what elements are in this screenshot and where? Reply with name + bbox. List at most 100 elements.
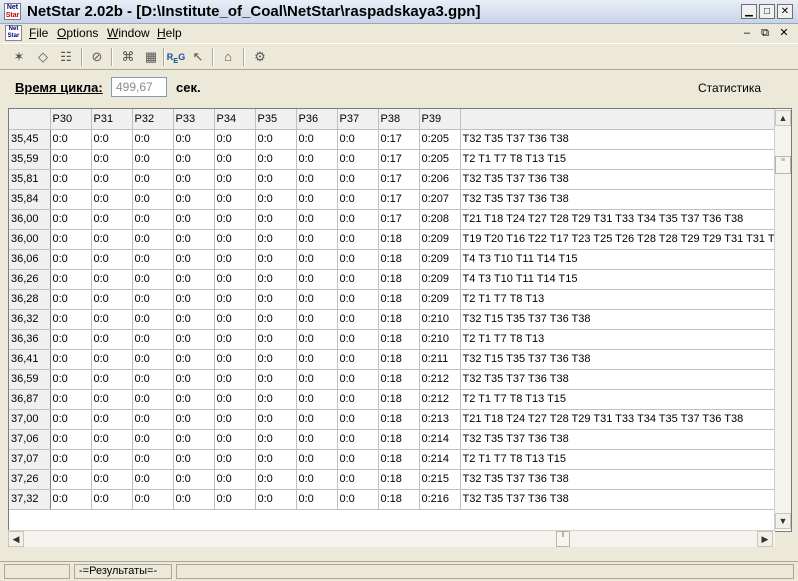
table-cell[interactable]: 0:212 — [419, 389, 461, 410]
table-cell[interactable]: 0:0 — [337, 469, 379, 490]
table-cell[interactable]: 0:0 — [214, 349, 256, 370]
table-cell[interactable]: 0:0 — [214, 169, 256, 190]
table-row[interactable]: 36,26 0:0 0:0 0:0 0:0 0:0 0:0 0:0 0:0 0:18 0:209 T4… — [9, 269, 775, 290]
table-cell[interactable]: 0:0 — [255, 229, 297, 250]
path-cell[interactable]: T32 T15 T35 T37 T36 T38 — [460, 309, 775, 330]
row-header-time[interactable]: 37,07 — [9, 449, 51, 470]
table-cell[interactable]: 0:0 — [214, 429, 256, 450]
table-cell[interactable]: 0:0 — [173, 249, 215, 270]
table-cell[interactable]: 0:0 — [296, 449, 338, 470]
table-cell[interactable]: 0:0 — [91, 309, 133, 330]
row-header-time[interactable]: 35,59 — [9, 149, 51, 170]
table-cell[interactable]: 0:0 — [296, 209, 338, 230]
table-cell[interactable]: 0:17 — [378, 149, 420, 170]
table-cell[interactable]: 0:210 — [419, 309, 461, 330]
table-cell[interactable]: 0:17 — [378, 129, 420, 150]
table-cell[interactable]: 0:0 — [50, 269, 92, 290]
table-cell[interactable]: 0:0 — [214, 329, 256, 350]
table-cell[interactable]: 0:0 — [173, 329, 215, 350]
row-header-time[interactable]: 37,26 — [9, 469, 51, 490]
table-cell[interactable]: 0:213 — [419, 409, 461, 430]
table-cell[interactable]: 0:0 — [337, 249, 379, 270]
table-cell[interactable]: 0:206 — [419, 169, 461, 190]
table-cell[interactable]: 0:0 — [255, 169, 297, 190]
table-cell[interactable]: 0:18 — [378, 449, 420, 470]
table-cell[interactable]: 0:18 — [378, 369, 420, 390]
path-cell[interactable]: T4 T3 T10 T11 T14 T15 — [460, 269, 775, 290]
path-cell[interactable]: T32 T35 T37 T36 T38 — [460, 469, 775, 490]
menu-help[interactable]: Help — [157, 26, 182, 40]
table-cell[interactable]: 0:0 — [91, 149, 133, 170]
table-cell[interactable]: 0:0 — [255, 329, 297, 350]
table-cell[interactable]: 0:18 — [378, 229, 420, 250]
table-cell[interactable]: 0:0 — [173, 429, 215, 450]
table-cell[interactable]: 0:0 — [50, 129, 92, 150]
table-cell[interactable]: 0:0 — [255, 409, 297, 430]
row-header-time[interactable]: 36,41 — [9, 349, 51, 370]
table-row[interactable]: 35,45 0:0 0:0 0:0 0:0 0:0 0:0 0:0 0:0 0:17 0:205 T3… — [9, 129, 775, 150]
table-cell[interactable]: 0:18 — [378, 249, 420, 270]
scroll-down-icon[interactable]: ▼ — [775, 513, 791, 529]
table-cell[interactable]: 0:207 — [419, 189, 461, 210]
table-cell[interactable]: 0:0 — [132, 449, 174, 470]
table-cell[interactable]: 0:0 — [296, 249, 338, 270]
export-icon[interactable]: ⌂ — [218, 48, 238, 66]
table-cell[interactable]: 0:0 — [337, 309, 379, 330]
menu-options[interactable]: Options — [57, 26, 98, 40]
table-cell[interactable]: 0:0 — [91, 209, 133, 230]
table-cell[interactable]: 0:0 — [173, 269, 215, 290]
table-row[interactable]: 36,06 0:0 0:0 0:0 0:0 0:0 0:0 0:0 0:0 0:18 0:209 T4… — [9, 249, 775, 270]
table-row[interactable]: 35,84 0:0 0:0 0:0 0:0 0:0 0:0 0:0 0:0 0:17 0:207 T3… — [9, 189, 775, 210]
table-cell[interactable]: 0:0 — [255, 349, 297, 370]
row-header-time[interactable]: 36,00 — [9, 229, 51, 250]
table-cell[interactable]: 0:18 — [378, 309, 420, 330]
table-cell[interactable]: 0:0 — [296, 129, 338, 150]
table-cell[interactable]: 0:209 — [419, 249, 461, 270]
path-cell[interactable]: T32 T15 T35 T37 T36 T38 — [460, 349, 775, 370]
table-row[interactable]: 36,28 0:0 0:0 0:0 0:0 0:0 0:0 0:0 0:0 0:18 0:209 T2… — [9, 289, 775, 310]
table-cell[interactable]: 0:0 — [132, 189, 174, 210]
table-cell[interactable]: 0:0 — [132, 349, 174, 370]
table-row[interactable]: 36,59 0:0 0:0 0:0 0:0 0:0 0:0 0:0 0:0 0:18 0:212 T3… — [9, 369, 775, 390]
table-cell[interactable]: 0:0 — [173, 169, 215, 190]
table-cell[interactable]: 0:0 — [173, 469, 215, 490]
column-header[interactable]: P33 — [173, 109, 215, 130]
row-header-time[interactable]: 35,84 — [9, 189, 51, 210]
table-cell[interactable]: 0:0 — [50, 329, 92, 350]
vertical-scroll-thumb[interactable]: ≡ — [775, 156, 791, 174]
table-cell[interactable]: 0:0 — [214, 369, 256, 390]
table-cell[interactable]: 0:18 — [378, 269, 420, 290]
column-header[interactable]: P39 — [419, 109, 461, 130]
table-cell[interactable]: 0:0 — [337, 329, 379, 350]
table-cell[interactable]: 0:205 — [419, 129, 461, 150]
table-cell[interactable]: 0:0 — [173, 229, 215, 250]
table-cell[interactable]: 0:0 — [132, 269, 174, 290]
row-header-time[interactable]: 37,00 — [9, 409, 51, 430]
row-header-time[interactable]: 36,26 — [9, 269, 51, 290]
table-cell[interactable]: 0:209 — [419, 269, 461, 290]
table-cell[interactable]: 0:205 — [419, 149, 461, 170]
path-cell[interactable]: T2 T1 T7 T8 T13 — [460, 329, 775, 350]
table-cell[interactable]: 0:0 — [337, 489, 379, 510]
table-cell[interactable]: 0:18 — [378, 469, 420, 490]
table-cell[interactable]: 0:0 — [50, 389, 92, 410]
table-cell[interactable]: 0:0 — [91, 409, 133, 430]
table-cell[interactable]: 0:0 — [337, 189, 379, 210]
table-cell[interactable]: 0:0 — [50, 369, 92, 390]
table-cell[interactable]: 0:0 — [132, 289, 174, 310]
table-cell[interactable]: 0:0 — [255, 189, 297, 210]
table-cell[interactable]: 0:0 — [255, 449, 297, 470]
table-cell[interactable]: 0:18 — [378, 329, 420, 350]
table-cell[interactable]: 0:0 — [337, 269, 379, 290]
table-cell[interactable]: 0:0 — [255, 249, 297, 270]
table-cell[interactable]: 0:0 — [255, 369, 297, 390]
table-cell[interactable]: 0:0 — [173, 149, 215, 170]
table-cell[interactable]: 0:0 — [214, 389, 256, 410]
table-cell[interactable]: 0:0 — [255, 309, 297, 330]
path-cell[interactable]: T32 T35 T37 T36 T38 — [460, 129, 775, 150]
table-cell[interactable]: 0:0 — [50, 249, 92, 270]
table-cell[interactable]: 0:0 — [173, 489, 215, 510]
table-cell[interactable]: 0:18 — [378, 409, 420, 430]
column-header[interactable]: P37 — [337, 109, 379, 130]
table-cell[interactable]: 0:0 — [337, 209, 379, 230]
